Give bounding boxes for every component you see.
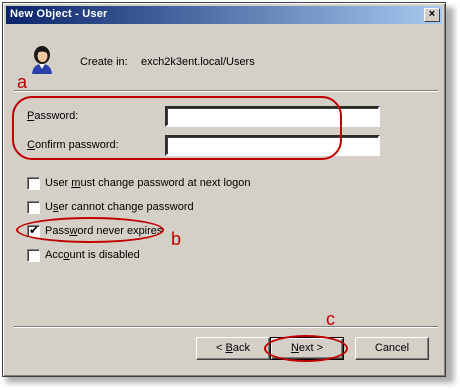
create-in-path: exch2k3ent.local/Users (141, 56, 255, 68)
cancel-button[interactable]: Cancel (355, 337, 429, 360)
annotation-b: b (171, 229, 182, 249)
close-button[interactable]: × (424, 8, 440, 22)
create-in-label: Create in: (80, 56, 128, 68)
bottom-separator (14, 326, 438, 328)
annotation-a: a (17, 72, 28, 92)
option-label: User must change password at next logon (45, 177, 251, 189)
window-title: New Object - User (10, 8, 108, 20)
option-label: Account is disabled (45, 249, 140, 261)
option-cannot-change-password[interactable]: User cannot change password (27, 200, 194, 214)
close-icon: × (428, 8, 436, 20)
annotation-c: c (326, 309, 335, 329)
back-button[interactable]: < Back (196, 337, 270, 360)
annotation-ring-a (12, 96, 342, 160)
option-label: User cannot change password (45, 201, 194, 213)
user-icon (32, 46, 52, 74)
cannot-change-password-checkbox[interactable] (27, 200, 40, 214)
account-disabled-checkbox[interactable] (27, 248, 40, 262)
must-change-password-checkbox[interactable] (27, 176, 40, 190)
annotation-ring-c (264, 335, 348, 362)
top-separator (14, 90, 438, 92)
option-must-change-password[interactable]: User must change password at next logon (27, 176, 250, 190)
annotation-ring-b (16, 217, 164, 243)
option-account-disabled[interactable]: Account is disabled (27, 248, 140, 262)
title-bar[interactable]: New Object - User × (6, 6, 442, 24)
